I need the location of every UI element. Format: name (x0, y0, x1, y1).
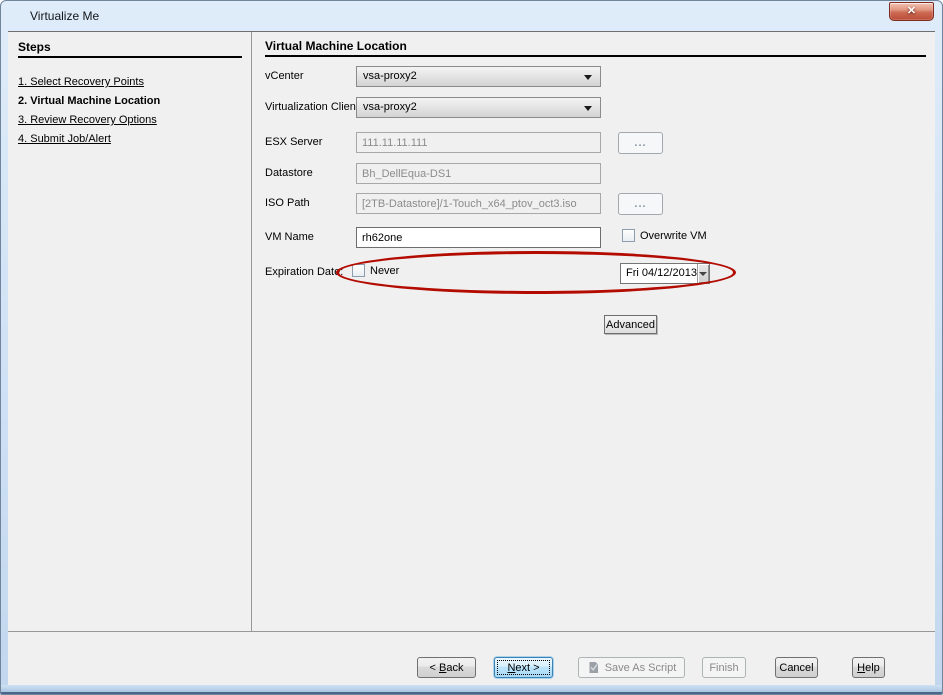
esx-server-field (356, 132, 601, 153)
datastore-field (356, 163, 601, 184)
cancel-button[interactable]: Cancel (775, 657, 818, 678)
virtual-machine-location-panel: Virtual Machine Location vCenter vsa-pro… (253, 32, 935, 631)
vcenter-label: vCenter (265, 70, 304, 82)
virtualize-me-window: Virtualize Me ✕ Steps 1. Select Recovery… (0, 0, 943, 695)
overwrite-vm-group[interactable]: Overwrite VM (622, 229, 707, 242)
step-select-recovery-points[interactable]: 1. Select Recovery Points (18, 76, 144, 88)
expiration-date-label: Expiration Date: (265, 266, 343, 278)
save-as-script-icon (587, 661, 600, 674)
datastore-label: Datastore (265, 167, 313, 179)
finish-button: Finish (702, 657, 746, 678)
chevron-down-icon (584, 106, 592, 111)
steps-panel: Steps 1. Select Recovery Points 2. Virtu… (8, 32, 252, 631)
next-button[interactable]: Next > (494, 657, 553, 678)
never-label: Never (370, 265, 399, 277)
date-dropdown-button[interactable] (697, 264, 709, 283)
iso-path-browse-button[interactable]: ... (618, 193, 663, 215)
vm-name-input[interactable] (356, 227, 601, 248)
chevron-down-icon (699, 272, 707, 276)
vm-name-label: VM Name (265, 231, 314, 243)
vcenter-combobox[interactable]: vsa-proxy2 (356, 66, 601, 87)
footer-button-bar: < Back Next > Save As Script Finish Canc… (8, 631, 935, 685)
titlebar: Virtualize Me ✕ (1, 1, 942, 31)
advanced-button[interactable]: Advanced (604, 315, 657, 334)
expiration-date-combobox[interactable]: Fri 04/12/2013 (620, 263, 710, 284)
never-checkbox[interactable] (352, 264, 365, 277)
never-group[interactable]: Never (352, 264, 399, 277)
window-bottom-frame (1, 685, 942, 694)
iso-path-field (356, 193, 601, 214)
step-virtual-machine-location: 2. Virtual Machine Location (18, 95, 160, 107)
vcenter-value: vsa-proxy2 (363, 70, 417, 82)
save-as-script-button: Save As Script (578, 657, 685, 678)
virtualization-client-label: Virtualization Client (265, 101, 359, 113)
esx-server-label: ESX Server (265, 136, 322, 148)
overwrite-vm-checkbox[interactable] (622, 229, 635, 242)
panel-title: Virtual Machine Location (265, 39, 407, 53)
window-title: Virtualize Me (30, 1, 99, 31)
close-button[interactable]: ✕ (889, 2, 934, 21)
overwrite-vm-label: Overwrite VM (640, 230, 707, 242)
back-button[interactable]: < Back (417, 657, 476, 678)
virtualization-client-value: vsa-proxy2 (363, 101, 417, 113)
help-button[interactable]: Help (852, 657, 885, 678)
client-area: Steps 1. Select Recovery Points 2. Virtu… (8, 31, 935, 685)
step-submit-job-alert[interactable]: 4. Submit Job/Alert (18, 133, 111, 145)
steps-header: Steps (18, 40, 51, 54)
chevron-down-icon (584, 75, 592, 80)
iso-path-label: ISO Path (265, 197, 310, 209)
close-icon: ✕ (907, 6, 916, 17)
step-review-recovery-options[interactable]: 3. Review Recovery Options (18, 114, 157, 126)
virtualization-client-combobox[interactable]: vsa-proxy2 (356, 97, 601, 118)
expiration-date-value: Fri 04/12/2013 (621, 264, 697, 283)
steps-rule (18, 56, 242, 58)
panel-title-rule (265, 55, 926, 57)
esx-server-browse-button[interactable]: ... (618, 132, 663, 154)
save-as-script-label: Save As Script (605, 662, 677, 674)
